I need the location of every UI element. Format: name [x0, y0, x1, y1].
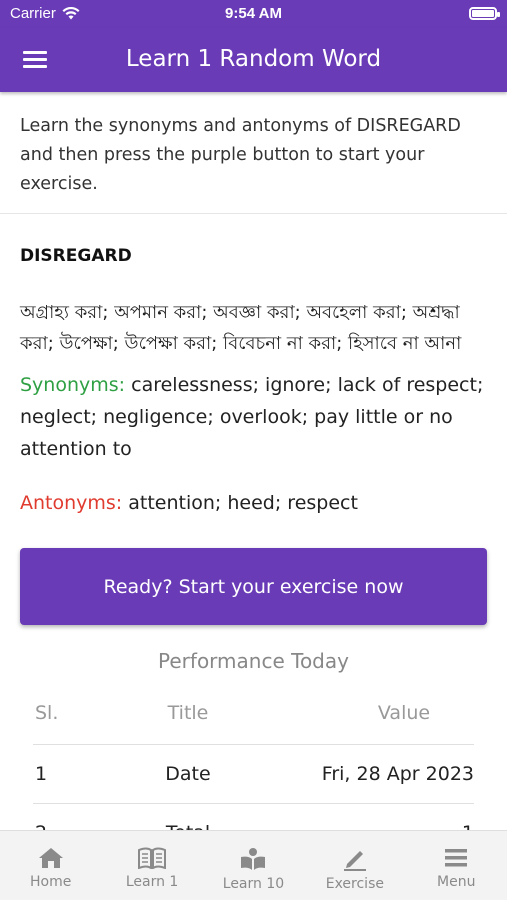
tab-menu[interactable]: Menu: [406, 831, 507, 900]
bottom-tab-bar: Home Learn 1 Learn 10 Exercise Menu: [0, 830, 507, 900]
cell-value: Fri, 28 Apr 2023: [321, 763, 474, 785]
tab-label: Learn 10: [222, 876, 285, 892]
tab-exercise[interactable]: Exercise: [304, 831, 405, 900]
cell-sl: 1: [35, 763, 48, 785]
tab-label: Learn 1: [125, 874, 179, 890]
divider: [0, 213, 507, 214]
header-title: Title: [167, 702, 209, 724]
app-bar: Learn 1 Random Word: [0, 28, 507, 92]
battery-icon: [469, 7, 500, 20]
reader-icon: [241, 848, 266, 870]
intro-text: Learn the synonyms and antonyms of DISRE…: [20, 116, 461, 194]
synonyms-block: Synonyms: carelessness; ignore; lack of …: [20, 369, 490, 465]
cell-title: Date: [165, 763, 211, 785]
synonyms-label: Synonyms:: [20, 374, 126, 396]
tab-label: Menu: [437, 874, 476, 890]
book-open-icon: [138, 847, 167, 869]
start-exercise-button[interactable]: Ready? Start your exercise now: [20, 548, 487, 625]
status-bar: Carrier 9:54 AM: [0, 0, 507, 28]
menu-icon: [445, 849, 468, 867]
tab-home[interactable]: Home: [0, 831, 101, 900]
page-title: Learn 1 Random Word: [125, 46, 382, 72]
word-heading: DISREGARD: [20, 246, 132, 266]
table-header-row: Sl. Title Value: [33, 692, 474, 744]
antonyms-label: Antonyms:: [20, 492, 123, 514]
tab-learn-1[interactable]: Learn 1: [102, 831, 203, 900]
home-icon: [38, 848, 63, 868]
header-value: Value: [377, 702, 431, 724]
tab-label: Home: [30, 874, 72, 890]
pencil-icon: [343, 851, 366, 871]
bangla-meanings: অগ্রাহ্য করা; অপমান করা; অবজ্ঞা করা; অবহ…: [20, 302, 462, 354]
table-row: 1 Date Fri, 28 Apr 2023: [33, 745, 474, 803]
antonyms-text: attention; heed; respect: [128, 492, 358, 514]
tab-label: Exercise: [325, 876, 384, 892]
clock: 9:54 AM: [225, 5, 282, 22]
header-sl: Sl.: [35, 702, 59, 724]
performance-title: Performance Today: [158, 649, 349, 673]
antonyms-block: Antonyms: attention; heed; respect: [20, 487, 490, 519]
tab-learn-10[interactable]: Learn 10: [203, 831, 304, 900]
